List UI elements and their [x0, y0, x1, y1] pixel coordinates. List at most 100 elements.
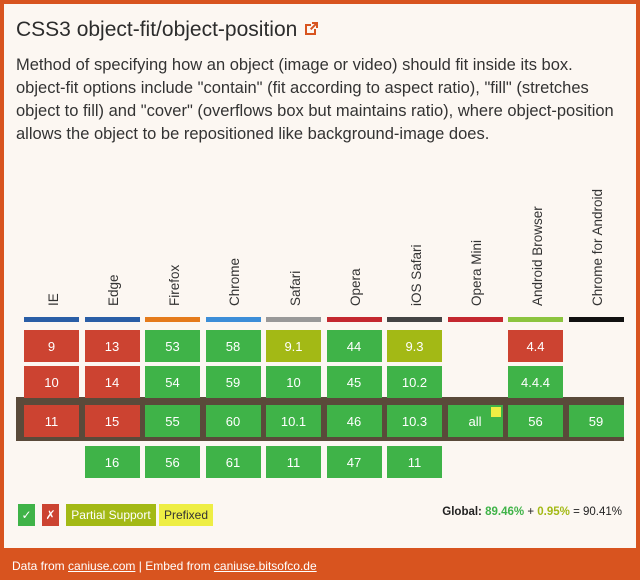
browser-column-header: Opera Mini	[447, 184, 503, 324]
version-label: 46	[346, 413, 362, 429]
version-cell[interactable]: 54	[145, 366, 200, 398]
version-cell[interactable]: 9.3	[387, 330, 442, 362]
legend-supported: ✓	[18, 504, 35, 526]
footer-data-from: Data from	[12, 559, 65, 573]
version-label: 54	[165, 374, 180, 390]
version-label: 15	[104, 413, 120, 429]
global-label: Global:	[442, 506, 482, 518]
version-cell[interactable]: 45	[326, 366, 382, 398]
version-cell[interactable]: 10	[266, 366, 321, 398]
version-cell[interactable]: 61	[205, 446, 261, 478]
browser-name: Opera Mini	[469, 239, 484, 306]
version-label: 45	[346, 374, 362, 390]
version-label: all	[468, 413, 482, 429]
version-label: 10	[286, 374, 301, 390]
version-label: 10.3	[401, 413, 428, 429]
version-cell[interactable]: 47	[326, 446, 382, 478]
feature-description: Method of specifying how an object (imag…	[16, 56, 614, 143]
caniuse-link[interactable]: caniuse.com	[68, 559, 135, 573]
feature-title: CSS3 object-fit/object-position	[16, 18, 319, 42]
version-cell[interactable]: 14	[84, 366, 140, 398]
version-cell[interactable]: 11	[24, 405, 79, 437]
browser-column-header: Opera	[326, 184, 382, 324]
version-cell[interactable]: 56	[508, 405, 563, 437]
global-total: 90.41%	[582, 506, 622, 518]
prefixed-flag	[490, 407, 501, 417]
version-cell[interactable]: 60	[205, 405, 261, 437]
browser-color-bar	[205, 317, 261, 322]
version-cell[interactable]: 13	[84, 330, 140, 362]
browser-name: Firefox	[166, 264, 182, 306]
version-label: 56	[528, 413, 543, 429]
browser-color-bar	[266, 317, 321, 322]
feature-title-text: CSS3 object-fit/object-position	[16, 18, 298, 41]
browser-name: IE	[45, 293, 61, 306]
browser-color-bar	[326, 317, 382, 322]
version-cell[interactable]: 11	[266, 446, 321, 478]
browser-name: Chrome for Android	[590, 188, 605, 306]
version-label: 10	[44, 374, 59, 390]
version-cell[interactable]: 10.3	[387, 405, 442, 437]
version-cell[interactable]: 4.4	[508, 330, 563, 362]
global-plus: +	[527, 506, 535, 518]
browser-name: Edge	[106, 274, 121, 306]
version-cell[interactable]: 9.1	[266, 330, 321, 362]
browser-name: Android Browser	[529, 206, 545, 306]
footer-embed-from: Embed from	[145, 559, 211, 573]
browser-name: Safari	[287, 270, 303, 306]
browser-name: Chrome	[227, 257, 242, 306]
version-cell[interactable]: all	[447, 405, 503, 437]
footer-separator: |	[138, 559, 142, 573]
version-label: 59	[588, 413, 604, 429]
version-cell[interactable]: 59	[205, 366, 261, 398]
version-label: 10.2	[401, 374, 428, 390]
browser-column-header: Safari	[266, 184, 321, 324]
version-label: 47	[346, 454, 362, 470]
version-label: 61	[225, 454, 241, 470]
version-cell[interactable]: 55	[145, 405, 200, 437]
browser-color-bar	[145, 317, 200, 322]
browser-name: iOS Safari	[408, 244, 424, 306]
global-equals: =	[573, 506, 580, 518]
version-label: 11	[44, 413, 59, 429]
version-label: 4.4	[526, 338, 545, 354]
version-cell[interactable]: 53	[145, 330, 200, 362]
version-cell[interactable]: 44	[326, 330, 382, 362]
version-cell[interactable]: 46	[326, 405, 382, 437]
browser-name: Opera	[348, 268, 363, 306]
browser-column-header: iOS Safari	[387, 184, 442, 324]
version-cell[interactable]: 56	[145, 446, 200, 478]
version-cell[interactable]: 58	[205, 330, 261, 362]
browser-column-header: Android Browser	[508, 184, 563, 324]
external-link-icon[interactable]	[303, 21, 319, 37]
version-cell[interactable]: 10	[24, 366, 79, 398]
version-cell[interactable]: 59	[568, 405, 624, 437]
global-partial-support: 0.95%	[537, 506, 570, 518]
version-label: 10.1	[280, 413, 307, 429]
browser-color-bar	[387, 317, 442, 322]
version-cell[interactable]: 15	[84, 405, 140, 437]
version-cell[interactable]: 4.4.4	[508, 366, 563, 398]
browser-column-header: Edge	[84, 184, 140, 324]
version-cell[interactable]: 11	[387, 446, 442, 478]
browser-color-bar	[447, 317, 503, 322]
browser-column-header: Chrome for Android	[568, 184, 624, 324]
version-label: 14	[104, 374, 120, 390]
version-cell[interactable]: 9	[24, 330, 79, 362]
version-label: 9	[47, 338, 56, 354]
version-label: 56	[165, 454, 180, 470]
browser-color-bar	[24, 317, 79, 322]
browser-color-bar	[84, 317, 140, 322]
version-label: 55	[165, 413, 180, 429]
version-label: 9.1	[284, 338, 303, 354]
version-label: 60	[225, 413, 241, 429]
version-cell[interactable]: 10.2	[387, 366, 442, 398]
version-cell[interactable]: 16	[84, 446, 140, 478]
version-cell[interactable]: 10.1	[266, 405, 321, 437]
legend-not-supported: ✗	[42, 504, 59, 526]
embed-link[interactable]: caniuse.bitsofco.de	[214, 559, 317, 573]
browser-column-header: Firefox	[145, 184, 200, 324]
footer: Data from caniuse.com | Embed from caniu…	[12, 559, 317, 573]
browser-color-bar	[568, 317, 624, 322]
version-label: 9.3	[405, 338, 424, 354]
